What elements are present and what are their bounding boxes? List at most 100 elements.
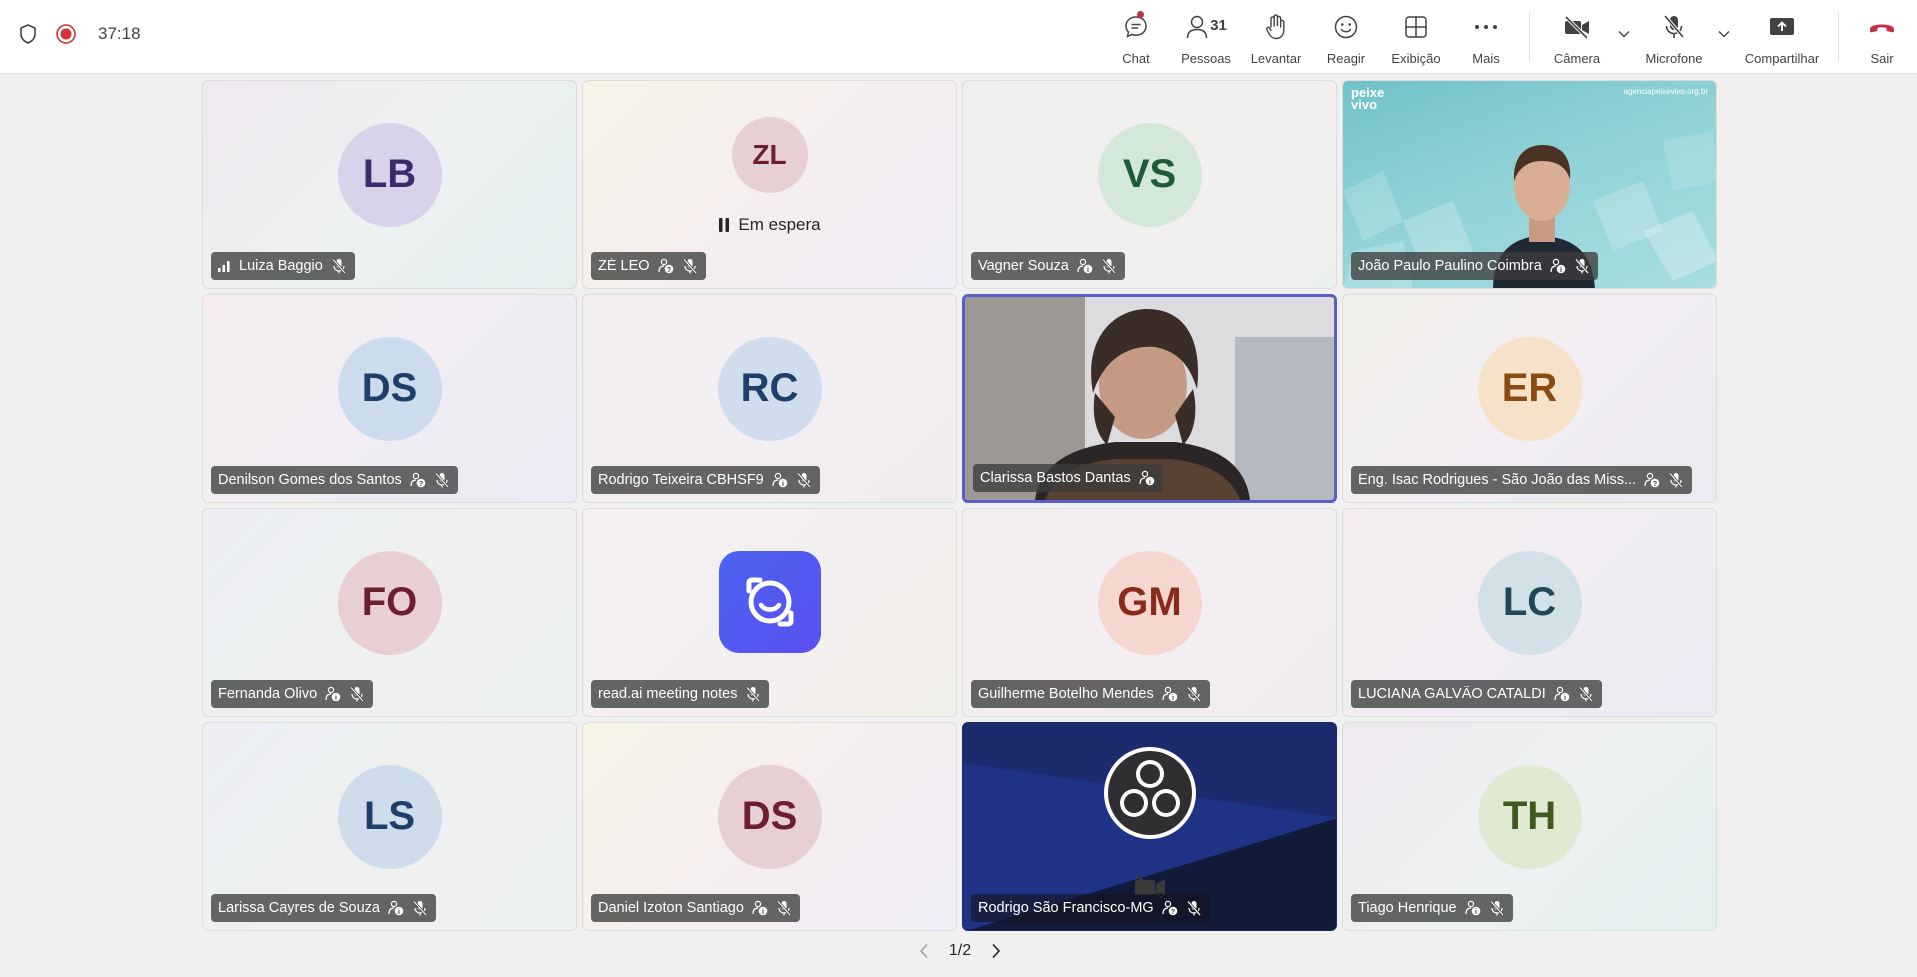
participant-tile[interactable]: read.ai meeting notes	[582, 508, 957, 717]
people-button[interactable]: 31 Pessoas	[1171, 0, 1241, 74]
participant-name: Tiago Henrique	[1358, 900, 1457, 916]
toolbar-divider	[1838, 12, 1839, 62]
participant-video-tile[interactable]: peixe vivo agenciapeixevivo.org.br João …	[1342, 80, 1717, 289]
organization-website-text: agenciapeixevivo.org.br	[1623, 87, 1709, 96]
meeting-info: 37:18	[16, 22, 141, 46]
avatar: FO	[337, 550, 442, 655]
share-button[interactable]: Compartilhar	[1734, 0, 1830, 74]
participant-name-tag: read.ai meeting notes	[591, 680, 770, 708]
previous-page-button[interactable]	[915, 943, 933, 959]
participant-info-icon: i	[1162, 686, 1178, 702]
hand-icon	[1264, 12, 1288, 42]
share-screen-icon	[1768, 12, 1796, 42]
smiley-icon	[1333, 12, 1359, 42]
raise-hand-button[interactable]: Levantar	[1241, 0, 1311, 74]
camera-options-chevron[interactable]	[1614, 0, 1634, 74]
svg-text:i: i	[1560, 267, 1562, 274]
participant-info-icon: ?	[1162, 900, 1177, 916]
more-button[interactable]: Mais	[1451, 0, 1521, 74]
muted-mic-icon	[1186, 686, 1201, 702]
camera-off-icon	[1563, 12, 1591, 42]
participant-name: Vagner Souza	[978, 258, 1069, 274]
participant-video-tile-speaking[interactable]: Clarissa Bastos Dantas i	[962, 294, 1337, 503]
participant-tile[interactable]: ZL Em espera ZÉ LEO ?	[582, 80, 957, 289]
participant-tile[interactable]: VS Vagner Souza i	[962, 80, 1337, 289]
svg-text:i: i	[1172, 695, 1174, 702]
participant-info-icon: i	[1465, 900, 1480, 916]
participant-info-icon: i	[1554, 686, 1570, 702]
participant-info-icon: i	[325, 686, 341, 702]
participant-name-tag: Rodrigo São Francisco-MG ?	[971, 894, 1210, 922]
page-indicator: 1/2	[948, 942, 972, 959]
participant-name: Guilherme Botelho Mendes	[978, 686, 1154, 702]
chevron-right-icon	[992, 943, 1001, 959]
participant-name-tag: Clarissa Bastos Dantas i	[973, 464, 1163, 492]
view-button[interactable]: Exibição	[1381, 0, 1451, 74]
svg-text:i: i	[398, 909, 400, 916]
participant-name: read.ai meeting notes	[598, 686, 738, 702]
more-icon	[1474, 12, 1498, 42]
avatar: DS	[717, 764, 822, 869]
participant-tile[interactable]: Rodrigo São Francisco-MG ?	[962, 722, 1337, 931]
meeting-top-bar: 37:18 Chat 31 Pessoas Levantar Reagir Ex…	[0, 0, 1917, 74]
chat-button[interactable]: Chat	[1101, 0, 1171, 74]
participant-name-tag: ZÉ LEO ?	[591, 252, 706, 280]
participant-name: ZÉ LEO	[598, 258, 650, 274]
muted-mic-icon	[1669, 472, 1684, 488]
grid-view-icon	[1404, 12, 1428, 42]
read-ai-logo-icon	[718, 550, 821, 653]
avatar: ER	[1477, 336, 1582, 441]
participant-tile[interactable]: FO Fernanda Olivo i	[202, 508, 577, 717]
participant-name: LUCIANA GALVÃO CATALDI	[1358, 686, 1546, 702]
participant-tile[interactable]: TH Tiago Henrique i	[1342, 722, 1717, 931]
participant-name: Clarissa Bastos Dantas	[980, 470, 1131, 486]
avatar: GM	[1097, 550, 1202, 655]
microphone-off-icon	[1662, 12, 1686, 42]
muted-mic-icon	[434, 472, 449, 488]
microphone-options-chevron[interactable]	[1714, 0, 1734, 74]
hang-up-icon	[1868, 12, 1896, 42]
signal-bars-icon	[218, 261, 230, 272]
on-hold-status: Em espera	[583, 215, 956, 235]
participant-name: Denilson Gomes dos Santos	[218, 472, 402, 488]
participant-name-tag: Guilherme Botelho Mendes i	[971, 680, 1210, 708]
recording-icon[interactable]	[54, 22, 78, 46]
participant-tile[interactable]: GM Guilherme Botelho Mendes i	[962, 508, 1337, 717]
muted-mic-icon	[350, 686, 365, 702]
participant-tile[interactable]: LC LUCIANA GALVÃO CATALDI i	[1342, 508, 1717, 717]
participant-name-tag: Luiza Baggio	[211, 252, 355, 280]
participant-tile[interactable]: LS Larissa Cayres de Souza i	[202, 722, 577, 931]
chat-icon	[1123, 12, 1149, 42]
muted-mic-icon	[746, 686, 761, 702]
muted-mic-icon	[331, 258, 346, 274]
participant-name-tag: Tiago Henrique i	[1351, 894, 1513, 922]
avatar: RC	[717, 336, 822, 441]
next-page-button[interactable]	[987, 943, 1005, 959]
shield-icon[interactable]	[16, 22, 40, 46]
muted-mic-icon	[682, 258, 697, 274]
avatar: LC	[1477, 550, 1582, 655]
svg-text:i: i	[1149, 479, 1151, 486]
peixe-vivo-logo: peixe vivo	[1351, 85, 1385, 112]
participant-info-icon: ?	[1644, 472, 1660, 488]
participant-name-tag: Larissa Cayres de Souza i	[211, 894, 436, 922]
avatar: ZL	[731, 116, 808, 193]
participant-tile[interactable]: RC Rodrigo Teixeira CBHSF9 i	[582, 294, 957, 503]
participant-tile[interactable]: ER Eng. Isac Rodrigues - São João das Mi…	[1342, 294, 1717, 503]
leave-button[interactable]: Sair	[1847, 0, 1917, 74]
participant-tile[interactable]: DS Daniel Izoton Santiago i	[582, 722, 957, 931]
participant-info-icon: i	[752, 900, 768, 916]
participant-tile[interactable]: LB Luiza Baggio	[202, 80, 577, 289]
avatar: LS	[337, 764, 442, 869]
muted-mic-icon	[413, 900, 427, 916]
react-button[interactable]: Reagir	[1311, 0, 1381, 74]
participant-grid: LB Luiza Baggio ZL Em espera ZÉ LEO ? VS…	[202, 80, 1717, 931]
participant-tile[interactable]: DS Denilson Gomes dos Santos ?	[202, 294, 577, 503]
svg-text:i: i	[1087, 267, 1089, 274]
microphone-button[interactable]: Microfone	[1634, 0, 1714, 74]
participant-name: João Paulo Paulino Coimbra	[1358, 258, 1542, 274]
chevron-left-icon	[919, 943, 928, 959]
meeting-toolbar: Chat 31 Pessoas Levantar Reagir Exibição…	[1101, 0, 1917, 74]
participant-name: Eng. Isac Rodrigues - São João das Miss.…	[1358, 472, 1637, 488]
camera-button[interactable]: Câmera	[1540, 0, 1614, 74]
